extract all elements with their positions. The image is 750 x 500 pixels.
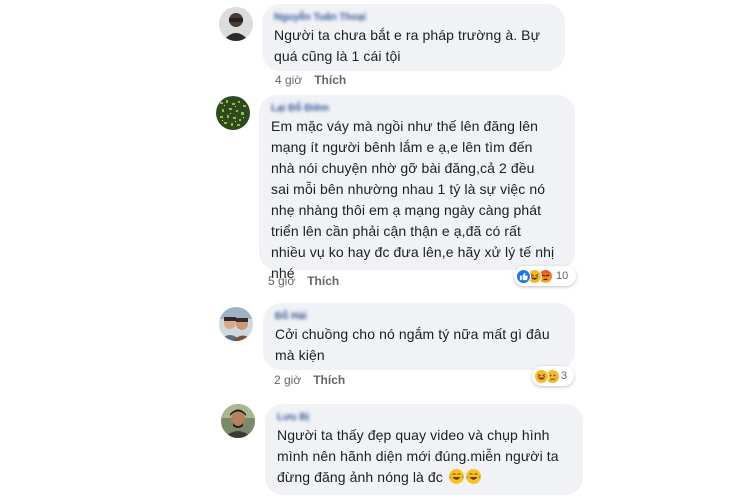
comment-meta: 2 giờ Thích [274,373,345,387]
like-button[interactable]: Thích [314,73,346,87]
avatar[interactable] [219,7,253,41]
comment-time[interactable]: 2 giờ [274,373,301,387]
tears-of-joy-emoji [448,469,464,484]
comment-author[interactable]: Đỗ Hải [275,310,563,323]
comment-text: Em mặc váy mà ngồi như thế lên đăng lên … [271,118,555,281]
comment-text: Người ta chưa bắt e ra pháp trường à. Bự… [274,27,541,64]
comment-author[interactable]: Lại Đỗ Điêm [271,102,563,115]
comment-meta: 5 giờ Thích [268,274,339,288]
comment-text: Cởi chuồng cho nó ngắm tý nữa mất gì đâu… [275,326,550,363]
like-button[interactable]: Thích [313,373,345,387]
comment-meta: 4 giờ Thích [275,73,346,87]
avatar[interactable] [216,96,250,130]
tears-of-joy-emoji [465,469,481,484]
comment-bubble: Lại Đỗ Điêm Em mặc váy mà ngồi như thế l… [259,95,575,281]
reactions-summary[interactable]: 10 [514,266,576,286]
comment-text-last-line: đừng đăng ảnh nóng là đc [277,467,571,488]
comment-author[interactable]: Lưu Bị [277,411,571,424]
avatar[interactable] [221,404,255,438]
comment-time[interactable]: 4 giờ [275,73,302,87]
comment-author[interactable]: Nguyễn Tuấn Thoại [274,11,553,24]
comment-time[interactable]: 5 giờ [268,274,295,288]
reactions-summary[interactable]: 3 [532,366,574,386]
reaction-count: 3 [561,370,568,382]
comment-bubble: Nguyễn Tuấn Thoại Người ta chưa bắt e ra… [262,4,565,71]
comment-bubble: Lưu Bị Người ta thấy đẹp quay video và c… [265,404,583,495]
comment-bubble: Đỗ Hải Cởi chuồng cho nó ngắm tý nữa mất… [263,303,575,370]
like-icon [516,268,531,284]
comment-text: Người ta thấy đẹp quay video và chụp hìn… [277,425,571,488]
reaction-count: 10 [556,270,569,282]
like-button[interactable]: Thích [307,274,339,288]
avatar[interactable] [219,307,253,341]
haha-icon [534,368,549,384]
